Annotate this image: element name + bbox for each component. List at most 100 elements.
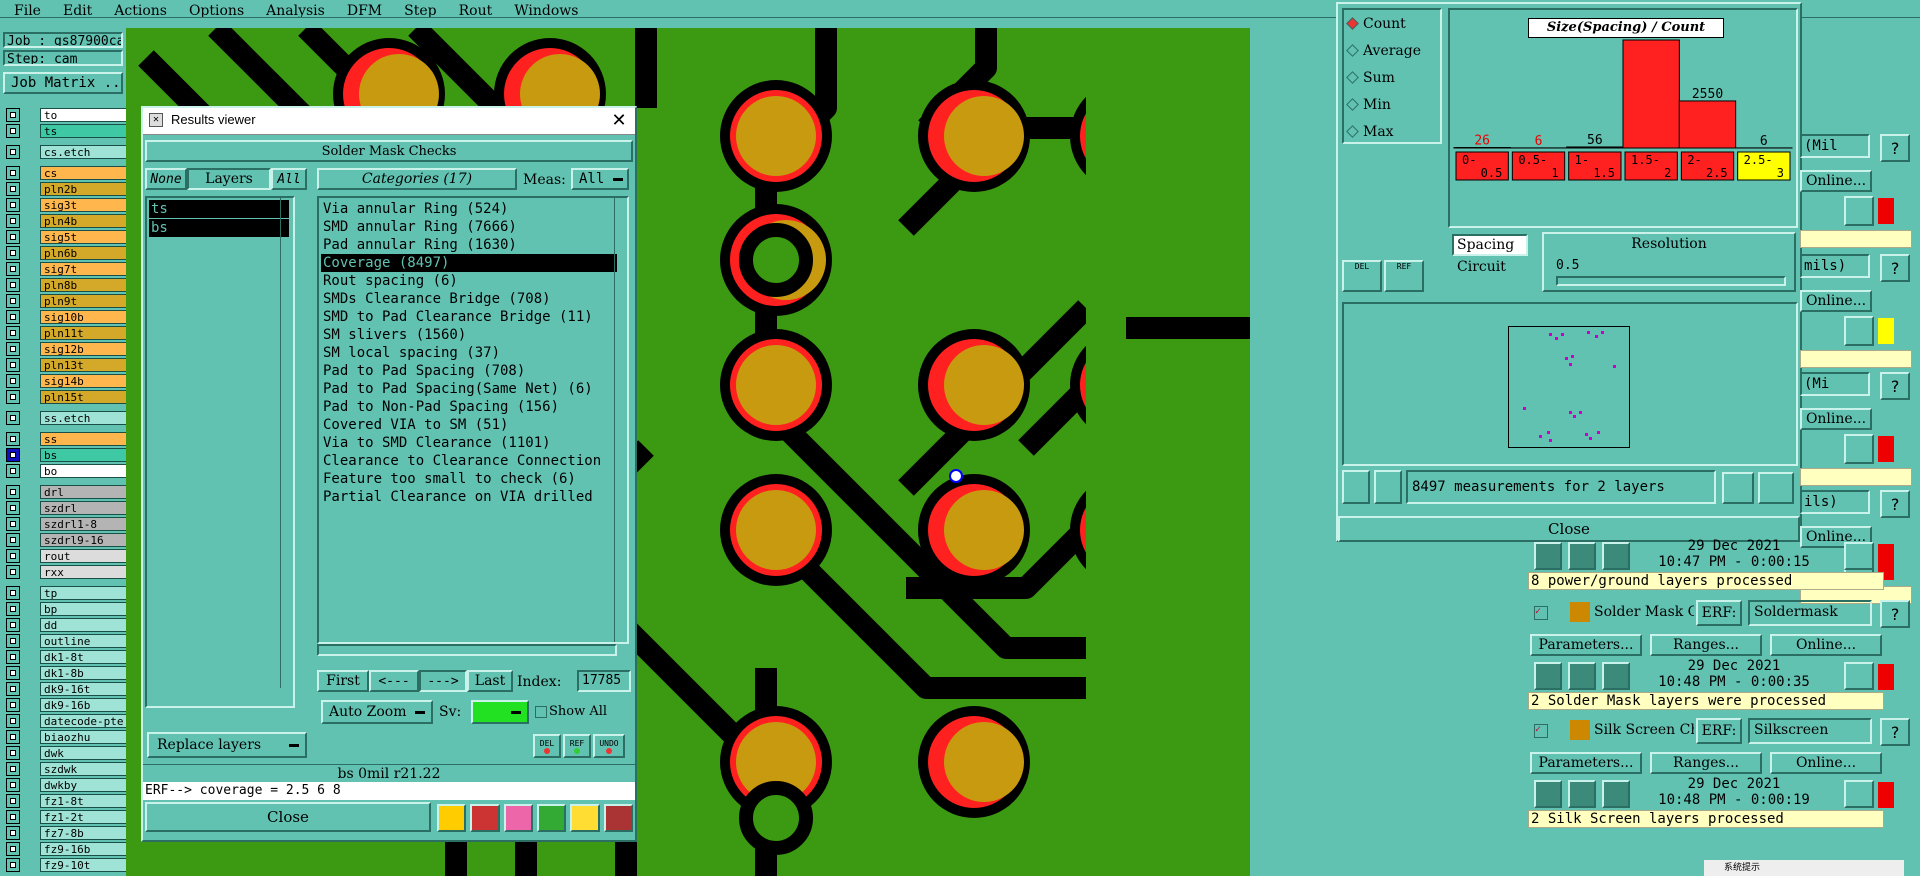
layer-checkbox[interactable] <box>6 342 20 356</box>
layer-checkbox[interactable] <box>6 698 20 712</box>
layer-row-cs[interactable]: cs <box>6 166 128 180</box>
online-button[interactable]: Online... <box>1800 290 1872 312</box>
category-item[interactable]: SMD annular Ring (7666) <box>321 218 617 236</box>
erf-button[interactable]: ERF: <box>1696 718 1742 744</box>
cross-icon[interactable] <box>503 804 533 832</box>
layer-checkbox[interactable] <box>6 278 20 292</box>
replace-layers-button[interactable]: Replace layers <box>147 732 307 758</box>
layer-row-pln2b[interactable]: pln2b <box>6 182 128 196</box>
layer-row-rout[interactable]: rout <box>6 549 128 563</box>
zoom-icon[interactable] <box>1844 780 1874 808</box>
zoom-icon[interactable] <box>1844 316 1874 346</box>
category-item[interactable]: SMDs Clearance Bridge (708) <box>321 290 617 308</box>
layer-checkbox[interactable] <box>6 326 20 340</box>
mode-max[interactable]: Max <box>1344 118 1440 145</box>
auto-zoom-button[interactable]: Auto Zoom <box>321 700 433 724</box>
units-field[interactable]: (Mil <box>1800 134 1870 158</box>
run-icon[interactable] <box>1534 662 1562 690</box>
meas-select[interactable]: All <box>571 168 629 190</box>
layer-checkbox[interactable] <box>6 448 20 462</box>
view-icon[interactable] <box>1602 780 1630 808</box>
layer-row-dwk[interactable]: dwk <box>6 746 128 760</box>
mode-min[interactable]: Min <box>1344 91 1440 118</box>
layer-checkbox[interactable] <box>6 214 20 228</box>
layer-checkbox[interactable] <box>6 794 20 808</box>
zoom-icon[interactable] <box>1844 434 1874 464</box>
menu-rout[interactable]: Rout <box>459 4 493 17</box>
layer-checkbox[interactable] <box>6 666 20 680</box>
category-item[interactable]: Clearance to Clearance Connection <box>321 452 617 470</box>
index-input[interactable]: 17785 <box>577 670 631 692</box>
ref-button[interactable]: REF <box>563 734 591 758</box>
category-item[interactable]: Coverage (8497) <box>321 254 617 272</box>
category-item[interactable]: Pad to Non-Pad Spacing (156) <box>321 398 617 416</box>
layer-row-sig7t[interactable]: sig7t <box>6 262 128 276</box>
circuit-button[interactable]: Circuit <box>1452 256 1528 278</box>
layer-row-ts[interactable]: ts <box>6 124 128 138</box>
close-icon[interactable]: ✕ <box>609 110 629 130</box>
layer-checkbox[interactable] <box>6 108 20 122</box>
del-button[interactable]: DEL <box>533 734 561 758</box>
layer-row-dk9-16b[interactable]: dk9-16b <box>6 698 128 712</box>
mode-sum[interactable]: Sum <box>1344 64 1440 91</box>
layer-list-scrollbar[interactable] <box>280 198 293 688</box>
erf-value[interactable]: Silkscreen <box>1748 718 1872 744</box>
screen-icon[interactable] <box>470 804 500 832</box>
menu-edit[interactable]: Edit <box>63 4 92 17</box>
layer-row-pln9t[interactable]: pln9t <box>6 294 128 308</box>
layer-row-cs.etch[interactable]: cs.etch <box>6 145 128 159</box>
help-button[interactable]: ? <box>1880 372 1910 400</box>
layer-checkbox[interactable] <box>6 145 20 159</box>
run-icon[interactable] <box>1534 542 1562 570</box>
layer-row-dk9-16t[interactable]: dk9-16t <box>6 682 128 696</box>
layer-checkbox[interactable] <box>6 124 20 138</box>
view-icon[interactable] <box>1602 662 1630 690</box>
layer-row-sig10b[interactable]: sig10b <box>6 310 128 324</box>
category-item[interactable]: Pad annular Ring (1630) <box>321 236 617 254</box>
layer-row-sig3t[interactable]: sig3t <box>6 198 128 212</box>
layer-row-dk1-8t[interactable]: dk1-8t <box>6 650 128 664</box>
layer-checkbox[interactable] <box>6 533 20 547</box>
zoom-icon[interactable] <box>1844 662 1874 690</box>
zoom-icon[interactable] <box>1844 542 1874 570</box>
menu-file[interactable]: File <box>14 4 41 17</box>
layer-row-pln8b[interactable]: pln8b <box>6 278 128 292</box>
layer-checkbox[interactable] <box>6 501 20 515</box>
layer-row-ss[interactable]: ss <box>6 432 128 446</box>
layer-checkbox[interactable] <box>6 650 20 664</box>
menu-analysis[interactable]: Analysis <box>266 4 325 17</box>
layer-checkbox[interactable] <box>6 682 20 696</box>
category-item[interactable]: Partial Clearance on VIA drilled <box>321 488 617 506</box>
layer-checkbox[interactable] <box>6 198 20 212</box>
layer-row-fz1-2t[interactable]: fz1-2t <box>6 810 128 824</box>
category-list[interactable]: Via annular Ring (524) SMD annular Ring (… <box>317 196 629 644</box>
layer-row-to[interactable]: to <box>6 108 128 122</box>
layer-checkbox[interactable] <box>6 565 20 579</box>
prev-button[interactable]: <--- <box>369 670 419 692</box>
layer-row-outline[interactable]: outline <box>6 634 128 648</box>
undo-button[interactable]: UNDO <box>593 734 625 758</box>
layer-row-sig5t[interactable]: sig5t <box>6 230 128 244</box>
category-item[interactable]: Pad to Pad Spacing(Same Net) (6) <box>321 380 617 398</box>
category-item[interactable]: SM slivers (1560) <box>321 326 617 344</box>
layer-row-drl[interactable]: drl <box>6 485 128 499</box>
layer-checkbox[interactable] <box>6 310 20 324</box>
report-icon[interactable] <box>570 804 600 832</box>
menu-windows[interactable]: Windows <box>514 4 578 17</box>
category-item[interactable]: Pad to Pad Spacing (708) <box>321 362 617 380</box>
ranges-button[interactable]: Ranges... <box>1650 634 1762 656</box>
layer-row-pln11t[interactable]: pln11t <box>6 326 128 340</box>
units-field[interactable]: mils) <box>1800 254 1870 278</box>
layer-checkbox[interactable] <box>6 374 20 388</box>
units-field[interactable]: (Mi <box>1800 372 1870 396</box>
layer-checkbox[interactable] <box>6 182 20 196</box>
layer-row-szdrl9-16[interactable]: szdrl9-16 <box>6 533 128 547</box>
layer-checkbox[interactable] <box>6 230 20 244</box>
category-item[interactable]: Feature too small to check (6) <box>321 470 617 488</box>
first-button[interactable]: First <box>317 670 369 692</box>
job-matrix-button[interactable]: Job Matrix ... <box>3 72 123 94</box>
layer-row-bp[interactable]: bp <box>6 602 128 616</box>
layer-checkbox[interactable] <box>6 730 20 744</box>
category-scrollbar[interactable] <box>614 198 627 642</box>
layer-checkbox[interactable] <box>6 858 20 872</box>
